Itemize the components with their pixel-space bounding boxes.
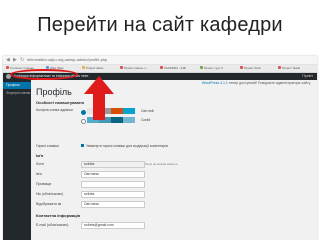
bookmark-icon — [120, 66, 123, 69]
bookmark-label: Project ideas — [86, 66, 104, 70]
bookmark-label: KAFEDRA - ІНФ — [164, 66, 186, 70]
swatch-color — [123, 108, 135, 114]
notice-text: тепер доступний! Повідомте адміністратор… — [228, 81, 311, 85]
shortcuts-text: Увімкнути гарячі клавіші для модерації к… — [86, 144, 168, 148]
bookmark-item[interactable]: Проєкт Київ — [240, 66, 276, 71]
profile-page: Профіль Особисті налаштування Колірна сх… — [33, 87, 315, 239]
bookmark-item[interactable]: Проєкт гурт-3 — [200, 66, 238, 71]
red-arrow-icon — [84, 76, 114, 120]
bookmark-icon — [6, 66, 9, 69]
section-personal: Особисті налаштування — [36, 100, 84, 105]
user-greeting[interactable]: Привіт — [302, 74, 313, 78]
email-label: E-mail (обов'язково) — [36, 223, 69, 227]
field-label: Нік (обов'язково) — [36, 192, 64, 196]
bookmark-icon — [240, 66, 243, 69]
shortcuts-checkbox[interactable] — [81, 144, 84, 147]
bookmark-label: Проєкт рівень з... — [124, 66, 149, 70]
section-name: Ім'я — [36, 153, 44, 158]
scheme-name: Синій — [141, 118, 151, 122]
browser-screenshot: ◀ ▶ ↻ informatika.udpu.org.ua/wp-admin/p… — [3, 56, 317, 240]
username-field: sv4eta — [81, 161, 145, 168]
update-notice: WordPress 4.1.1 тепер доступний! Повідом… — [33, 81, 313, 86]
page-title: Профіль — [36, 87, 72, 97]
back-icon[interactable]: ◀ — [6, 57, 10, 63]
field-label: Логін — [36, 162, 45, 166]
address-bar: ◀ ▶ ↻ informatika.udpu.org.ua/wp-admin/p… — [3, 56, 317, 65]
swatch-color — [123, 117, 135, 123]
bookmark-label: Проєкт Львів — [282, 66, 300, 70]
field-label: Прізвище — [36, 182, 52, 186]
display-name-select[interactable]: Світлана — [81, 201, 145, 208]
bookmark-label: Проєкт Київ — [244, 66, 261, 70]
field-label: Відображати як — [36, 202, 62, 206]
sidebar-item-profile[interactable]: Профіль — [3, 82, 31, 89]
bookmark-icon — [160, 66, 163, 69]
section-contacts: Контактна інформація — [36, 213, 81, 218]
bookmark-icon — [278, 66, 281, 69]
bookmark-item[interactable]: Project ideas — [82, 66, 118, 71]
sidebar-item-collapse[interactable]: Згорнути меню — [6, 91, 30, 95]
reload-icon[interactable]: ↻ — [20, 57, 24, 63]
bookmark-item[interactable]: KAFEDRA - ІНФ — [160, 66, 198, 71]
shortcuts-label: Гарячі клавіші — [36, 144, 59, 148]
update-link[interactable]: WordPress 4.1.1 — [202, 81, 228, 85]
highlight-oval — [10, 69, 78, 80]
forward-icon[interactable]: ▶ — [13, 57, 17, 63]
url-field[interactable]: informatika.udpu.org.ua/wp-admin/profile… — [27, 57, 107, 62]
email-field[interactable]: sv4eta@gmail.com — [81, 222, 145, 229]
bookmark-label: Проєкт гурт-3 — [204, 66, 223, 70]
slide-title: Перейти на сайт кафедри — [37, 14, 283, 36]
bookmark-item[interactable]: Проєкт Львів — [278, 66, 315, 71]
field-note: Логін не можна змінити. — [145, 162, 179, 166]
first-name-field[interactable]: Світлана — [81, 171, 145, 178]
bookmark-item[interactable]: Проєкт рівень з... — [120, 66, 158, 71]
admin-sidebar: Профіль Згорнути меню — [3, 80, 31, 240]
last-name-field[interactable] — [81, 181, 145, 188]
bookmark-icon — [200, 66, 203, 69]
nickname-field[interactable]: sv4eta — [81, 191, 145, 198]
bookmark-icon — [82, 66, 85, 69]
scheme-name: Світлий — [141, 109, 154, 113]
color-scheme-label: Колірна схема адмінки — [36, 108, 73, 112]
sidebar-item-label: Профіль — [6, 83, 20, 87]
field-label: Ім'я — [36, 172, 42, 176]
